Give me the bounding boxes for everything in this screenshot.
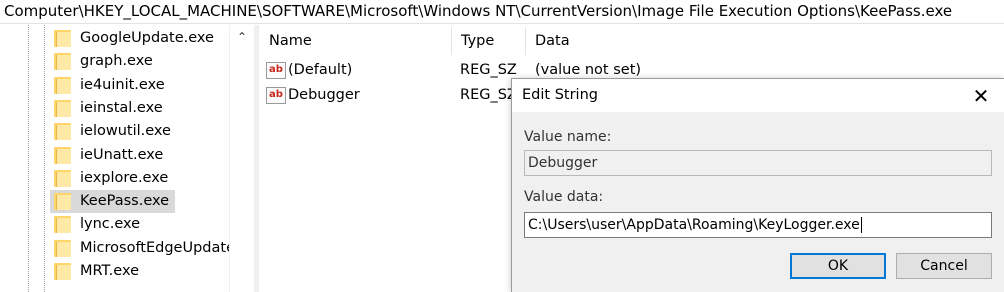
value-row-debugger[interactable]: ab Debugger bbox=[259, 83, 360, 107]
address-bar[interactable]: Computer\HKEY_LOCAL_MACHINE\SOFTWARE\Mic… bbox=[0, 0, 1004, 24]
value-name: Debugger bbox=[288, 87, 360, 103]
tree-item-label: ielowutil.exe bbox=[80, 123, 171, 139]
tree-item-label: MRT.exe bbox=[80, 263, 139, 279]
folder-icon bbox=[54, 193, 71, 210]
folder-icon bbox=[54, 53, 71, 70]
cancel-button[interactable]: Cancel bbox=[896, 253, 992, 279]
tree-scrollbar[interactable]: ⌃ bbox=[229, 25, 254, 292]
folder-icon bbox=[54, 100, 71, 117]
text-caret bbox=[860, 217, 862, 233]
column-header-type[interactable]: Type bbox=[451, 25, 494, 57]
tree-item-label: GoogleUpdate.exe bbox=[80, 30, 214, 46]
value-name-text: Debugger bbox=[528, 155, 598, 171]
tree-item-label: ie4uinit.exe bbox=[80, 77, 165, 93]
folder-icon bbox=[54, 216, 71, 233]
tree-item-label: ieUnatt.exe bbox=[80, 147, 164, 163]
folder-icon bbox=[54, 263, 71, 280]
value-type: REG_SZ bbox=[460, 87, 517, 103]
column-header-name[interactable]: Name bbox=[259, 25, 312, 57]
tree-item[interactable]: ieinstal.exe bbox=[50, 97, 163, 120]
ok-button[interactable]: OK bbox=[790, 253, 886, 279]
value-name-field[interactable]: Debugger bbox=[524, 150, 992, 176]
value-data-field[interactable]: C:\Users\user\AppData\Roaming\KeyLogger.… bbox=[524, 212, 992, 238]
close-icon[interactable]: ✕ bbox=[958, 79, 1004, 112]
tree-item[interactable]: MicrosoftEdgeUpdate bbox=[50, 237, 235, 260]
string-value-icon: ab bbox=[266, 61, 286, 79]
value-type: REG_SZ bbox=[460, 62, 517, 78]
tree-item-label: ieinstal.exe bbox=[80, 100, 163, 116]
dialog-body: Value name: Debugger Value data: C:\User… bbox=[512, 112, 1004, 292]
tree-item-label: MicrosoftEdgeUpdate bbox=[80, 240, 235, 256]
tree-item[interactable]: ie4uinit.exe bbox=[50, 74, 165, 97]
tree-item[interactable]: ielowutil.exe bbox=[50, 120, 171, 143]
tree-item[interactable]: MRT.exe bbox=[50, 260, 139, 283]
value-name-label: Value name: bbox=[524, 129, 612, 145]
tree-item[interactable]: lync.exe bbox=[50, 213, 140, 236]
tree-item-label: iexplore.exe bbox=[80, 170, 169, 186]
folder-icon bbox=[54, 170, 71, 187]
folder-icon bbox=[54, 77, 71, 94]
folder-icon bbox=[54, 240, 71, 257]
string-value-icon: ab bbox=[266, 86, 286, 104]
tree-item[interactable]: KeePass.exe bbox=[50, 190, 176, 213]
folder-icon bbox=[54, 123, 71, 140]
value-row-default[interactable]: ab (Default) bbox=[259, 58, 352, 82]
tree-item[interactable]: ieUnatt.exe bbox=[50, 144, 163, 167]
scroll-up-icon[interactable]: ⌃ bbox=[230, 25, 254, 49]
value-data-label: Value data: bbox=[524, 189, 604, 205]
value-data-text: C:\Users\user\AppData\Roaming\KeyLogger.… bbox=[528, 217, 860, 233]
edit-string-dialog: Edit String ✕ Value name: Debugger Value… bbox=[511, 78, 1004, 292]
folder-icon bbox=[54, 147, 71, 164]
key-tree[interactable]: GoogleUpdate.exe graph.exe ie4uinit.exe iei… bbox=[0, 25, 254, 292]
tree-item[interactable]: GoogleUpdate.exe bbox=[50, 27, 214, 50]
address-path: Computer\HKEY_LOCAL_MACHINE\SOFTWARE\Mic… bbox=[4, 2, 953, 20]
folder-icon bbox=[54, 30, 71, 47]
column-header-data[interactable]: Data bbox=[525, 25, 570, 57]
tree-item-label: KeePass.exe bbox=[80, 193, 170, 209]
dialog-title: Edit String bbox=[512, 79, 1004, 112]
value-name: (Default) bbox=[288, 62, 353, 78]
tree-item-label: lync.exe bbox=[80, 216, 141, 232]
tree-item-label: graph.exe bbox=[80, 53, 153, 69]
tree-item[interactable]: graph.exe bbox=[50, 50, 153, 73]
tree-item[interactable]: iexplore.exe bbox=[50, 167, 168, 190]
